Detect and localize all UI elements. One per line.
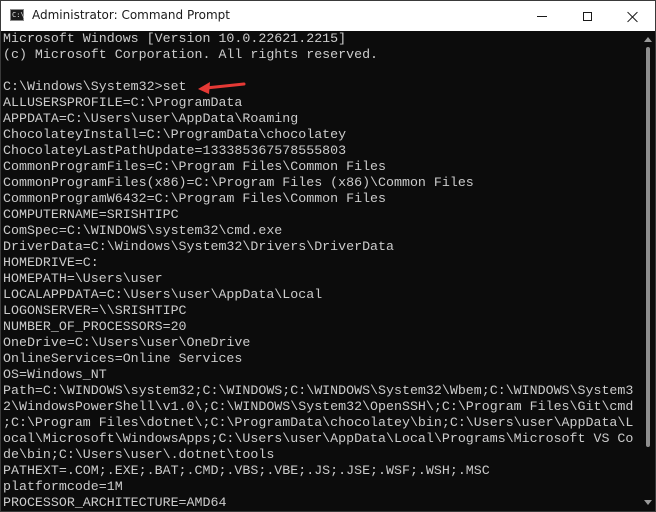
close-button[interactable] <box>609 1 655 31</box>
console-line: ChocolateyInstall=C:\ProgramData\chocola… <box>3 127 347 142</box>
console-line: CommonProgramW6432=C:\Program Files\Comm… <box>3 191 387 206</box>
command-prompt-window: C:\ Administrator: Command Prompt Micros… <box>0 0 656 512</box>
console-line: ocal\Microsoft\WindowsApps;C:\Users\user… <box>3 431 634 446</box>
console-line: ALLUSERSPROFILE=C:\ProgramData <box>3 95 243 110</box>
vertical-scrollbar[interactable] <box>641 31 655 511</box>
console-line: Path=C:\WINDOWS\system32;C:\WINDOWS;C:\W… <box>3 383 634 398</box>
cmd-icon-glyph: C:\ <box>12 11 25 19</box>
console-line: ChocolateyLastPathUpdate=133385367578555… <box>3 143 347 158</box>
console-line: LOGONSERVER=\\SRISHTIPC <box>3 303 187 318</box>
scroll-down-icon[interactable] <box>644 500 652 505</box>
console-line: OneDrive=C:\Users\user\OneDrive <box>3 335 251 350</box>
console-line: (c) Microsoft Corporation. All rights re… <box>3 47 379 62</box>
red-arrow-icon <box>198 82 246 94</box>
title-bar[interactable]: C:\ Administrator: Command Prompt <box>1 1 655 31</box>
console-line: NUMBER_OF_PROCESSORS=20 <box>3 319 187 334</box>
maximize-icon <box>582 11 592 21</box>
console-line: ;C:\Program Files\dotnet\;C:\ProgramData… <box>3 415 634 430</box>
minimize-icon <box>537 15 547 17</box>
console-line: CommonProgramFiles(x86)=C:\Program Files… <box>3 175 474 190</box>
console-line: de\bin;C:\Users\user\.dotnet\tools <box>3 447 275 462</box>
console-line: platformcode=1M <box>3 479 123 494</box>
console-line: CommonProgramFiles=C:\Program Files\Comm… <box>3 159 387 174</box>
console-line: PROCESSOR_ARCHITECTURE=AMD64 <box>3 495 227 510</box>
console-line: Microsoft Windows [Version 10.0.22621.22… <box>3 31 347 46</box>
close-icon <box>627 11 638 22</box>
console-line: DriverData=C:\Windows\System32\Drivers\D… <box>3 239 394 254</box>
console-line: ComSpec=C:\WINDOWS\system32\cmd.exe <box>3 223 283 238</box>
console-line: HOMEDRIVE=C: <box>3 255 99 270</box>
console-line: COMPUTERNAME=SRISHTIPC <box>3 207 179 222</box>
console-line: HOMEPATH=\Users\user <box>3 271 163 286</box>
console-output[interactable]: Microsoft Windows [Version 10.0.22621.22… <box>1 31 641 511</box>
minimize-button[interactable] <box>519 1 565 31</box>
scrollbar-thumb[interactable] <box>646 47 650 447</box>
console-line: PATHEXT=.COM;.EXE;.BAT;.CMD;.VBS;.VBE;.J… <box>3 463 490 478</box>
console-line: OS=Windows_NT <box>3 367 107 382</box>
cmd-icon[interactable]: C:\ <box>10 9 25 21</box>
console-line: OnlineServices=Online Services <box>3 351 243 366</box>
console-line: APPDATA=C:\Users\user\AppData\Roaming <box>3 111 299 126</box>
console-line: 2\WindowsPowerShell\v1.0\;C:\WINDOWS\Sys… <box>3 399 634 414</box>
scroll-up-icon[interactable] <box>644 37 652 42</box>
maximize-button[interactable] <box>564 1 610 31</box>
window-title: Administrator: Command Prompt <box>32 8 230 22</box>
console-line: LOCALAPPDATA=C:\Users\user\AppData\Local <box>3 287 323 302</box>
command-line: C:\Windows\System32>set <box>3 79 187 94</box>
